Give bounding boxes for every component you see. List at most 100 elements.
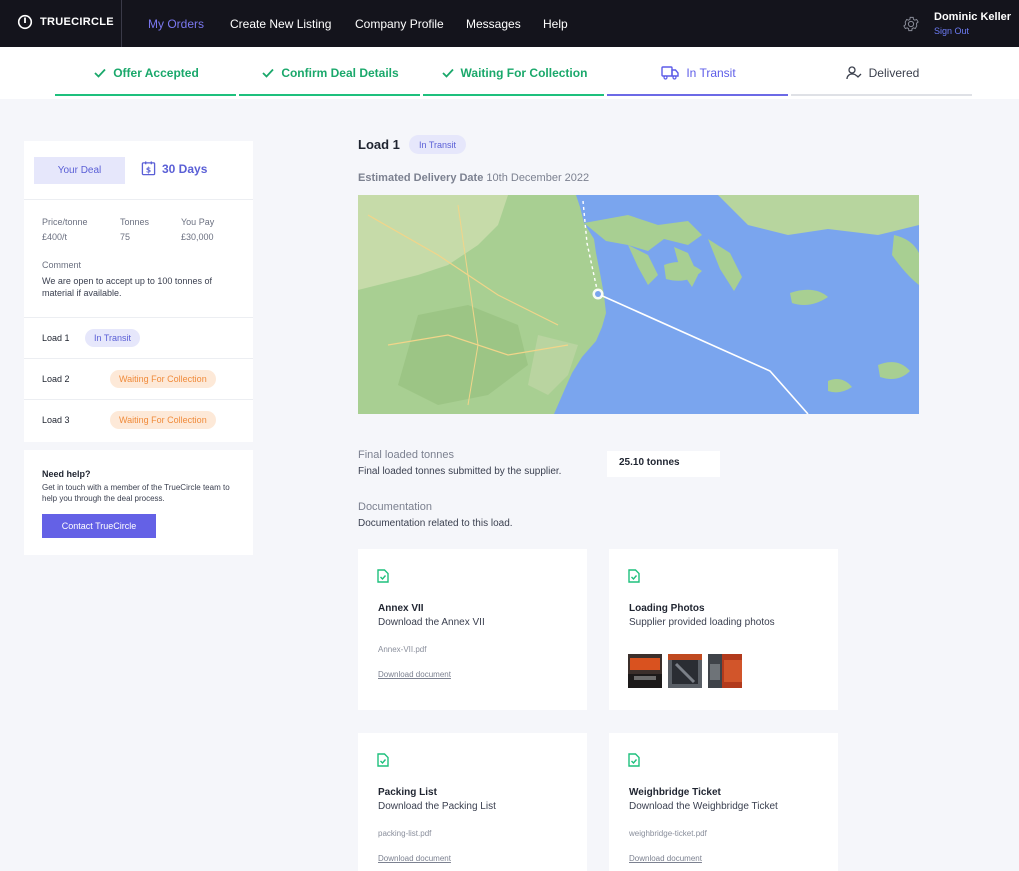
download-document-link[interactable]: Download document (378, 854, 451, 863)
help-title: Need help? (42, 469, 91, 479)
status-badge: In Transit (85, 329, 141, 347)
help-text: Get in touch with a member of the TrueCi… (42, 483, 230, 503)
deal-summary-card: Your Deal $ 30 Days Price/tonne £400/t T… (24, 141, 253, 442)
final-tonnes-description: Final loaded tonnes submitted by the sup… (358, 466, 562, 477)
step-delivered: Delivered (791, 47, 974, 99)
you-pay-label: You Pay (181, 217, 215, 227)
step-label: In Transit (686, 66, 736, 80)
step-in-transit: In Transit (607, 47, 790, 99)
document-filename: Annex-VII.pdf (378, 645, 427, 654)
document-subtitle: Supplier provided loading photos (629, 617, 775, 628)
step-label: Confirm Deal Details (281, 66, 399, 80)
money-calendar-icon: $ (141, 161, 156, 176)
you-pay-value: £30,000 (181, 232, 214, 242)
document-title: Annex VII (378, 603, 424, 614)
step-bar (423, 94, 604, 96)
load-row[interactable]: Load 1 In Transit (24, 318, 253, 359)
loading-photo-thumbnail[interactable] (668, 654, 702, 688)
document-subtitle: Download the Weighbridge Ticket (629, 801, 778, 812)
step-bar (607, 94, 788, 96)
check-icon (94, 68, 106, 78)
loading-photo-thumbnail[interactable] (628, 654, 662, 688)
tonnes-label: Tonnes (120, 217, 150, 227)
file-check-icon (377, 569, 389, 583)
top-navigation: TRUECIRCLE My Orders Create New Listing … (0, 0, 1019, 47)
document-subtitle: Download the Packing List (378, 801, 496, 812)
nav-divider (121, 0, 122, 47)
payment-terms: $ 30 Days (141, 161, 207, 176)
download-document-link[interactable]: Download document (378, 670, 451, 679)
nav-messages[interactable]: Messages (466, 17, 521, 31)
file-check-icon (628, 753, 640, 767)
document-title: Loading Photos (629, 603, 705, 614)
price-value: £400/t (42, 232, 68, 242)
download-document-link[interactable]: Download document (629, 854, 702, 863)
map-image (358, 195, 919, 414)
documentation-description: Documentation related to this load. (358, 518, 513, 529)
estimated-delivery: Estimated Delivery Date 10th December 20… (358, 172, 589, 184)
load-status-badge: In Transit (409, 135, 467, 154)
price-label: Price/tonne (42, 217, 88, 227)
nav-create-new-listing[interactable]: Create New Listing (230, 17, 331, 31)
photo-thumbnails (628, 654, 742, 688)
step-offer-accepted: Offer Accepted (55, 47, 238, 99)
load-name: Load 2 (42, 374, 70, 384)
document-filename: packing-list.pdf (378, 829, 432, 838)
check-icon (262, 68, 274, 78)
step-confirm-deal-details: Confirm Deal Details (239, 47, 422, 99)
brand-name: TRUECIRCLE (40, 16, 114, 28)
document-subtitle: Download the Annex VII (378, 617, 485, 628)
document-card-packing-list: Packing List Download the Packing List p… (358, 733, 587, 871)
document-card-annex-vii: Annex VII Download the Annex VII Annex-V… (358, 549, 587, 710)
days-label: 30 Days (162, 161, 208, 176)
nav-help[interactable]: Help (543, 17, 568, 31)
file-check-icon (377, 753, 389, 767)
status-badge: Waiting For Collection (110, 370, 216, 388)
final-tonnes-label: Final loaded tonnes (358, 449, 455, 461)
load-name: Load 3 (42, 415, 70, 425)
help-card: Need help? Get in touch with a member of… (24, 450, 253, 555)
nav-my-orders[interactable]: My Orders (148, 17, 204, 31)
final-tonnes-value: 25.10 tonnes (607, 451, 720, 477)
document-title: Packing List (378, 787, 437, 798)
load-title: Load 1 (358, 137, 400, 152)
your-deal-tag: Your Deal (34, 157, 125, 184)
gear-icon[interactable] (902, 15, 920, 33)
deal-details: Price/tonne £400/t Tonnes 75 You Pay £30… (24, 200, 253, 318)
brand-logo[interactable]: TRUECIRCLE (17, 14, 114, 30)
user-name: Dominic Keller (934, 11, 1012, 23)
loading-photo-thumbnail[interactable] (708, 654, 742, 688)
tonnes-value: 75 (120, 232, 131, 242)
step-label: Delivered (868, 66, 920, 80)
step-bar (239, 94, 420, 96)
truck-icon (661, 66, 680, 80)
documentation-label: Documentation (358, 501, 432, 513)
document-filename: weighbridge-ticket.pdf (629, 829, 707, 838)
estimated-delivery-value: 10th December 2022 (486, 172, 590, 184)
document-card-weighbridge-ticket: Weighbridge Ticket Download the Weighbri… (609, 733, 838, 871)
comment-text: We are open to accept up to 100 tonnes o… (42, 276, 212, 298)
load-row[interactable]: Load 2 Waiting For Collection (24, 359, 253, 400)
progress-stepper: Offer Accepted Confirm Deal Details Wait… (0, 47, 1019, 99)
power-icon (17, 14, 33, 30)
document-card-loading-photos: Loading Photos Supplier provided loading… (609, 549, 838, 710)
step-bar (55, 94, 236, 96)
sign-out-link[interactable]: Sign Out (934, 26, 969, 36)
comment-label: Comment (42, 260, 82, 270)
step-label: Offer Accepted (113, 66, 199, 80)
user-check-icon (845, 66, 862, 80)
file-check-icon (628, 569, 640, 583)
contact-truecircle-button[interactable]: Contact TrueCircle (42, 514, 156, 538)
svg-text:$: $ (146, 165, 151, 174)
deal-header: Your Deal $ 30 Days (24, 141, 253, 200)
document-title: Weighbridge Ticket (629, 787, 721, 798)
estimated-delivery-label: Estimated Delivery Date (358, 172, 484, 184)
step-bar (791, 94, 972, 96)
load-row[interactable]: Load 3 Waiting For Collection (24, 400, 253, 441)
status-badge: Waiting For Collection (110, 411, 216, 429)
nav-company-profile[interactable]: Company Profile (355, 17, 444, 31)
step-waiting-for-collection: Waiting For Collection (423, 47, 606, 99)
check-icon (441, 68, 454, 78)
route-map[interactable] (358, 195, 919, 414)
load-name: Load 1 (42, 333, 70, 343)
